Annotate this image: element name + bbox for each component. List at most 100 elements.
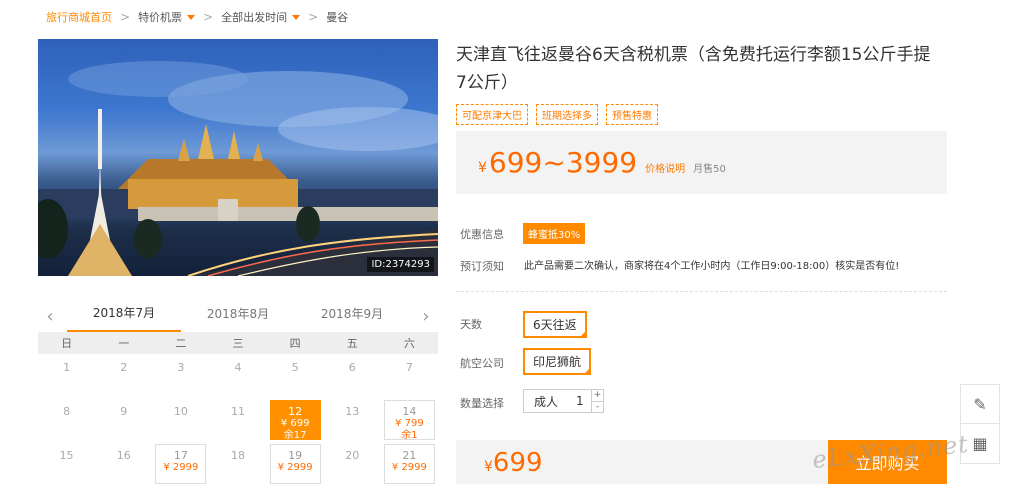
day-remaining: 余1 [401,430,418,441]
breadcrumb-home-link[interactable]: 旅行商城首页 [46,9,112,25]
calendar-day-available[interactable]: 12 ¥ 699 余17 [269,400,321,441]
edit-feedback-icon[interactable]: ✎ [960,384,1000,424]
day-number: 14 [402,405,417,418]
notice-text: 此产品需要二次确认，商家将在4个工作小时内（工作日9:00-18:00）核实是否… [524,261,900,272]
chevron-right-icon[interactable]: › [416,306,436,327]
breadcrumb-label: 全部出发时间 [221,11,288,24]
calendar-day: 5 [267,354,324,398]
temple-night-illustration [38,61,438,276]
day-number: 6 [348,361,356,374]
day-price: ¥ 2999 [163,462,199,473]
day-number: 18 [230,449,245,462]
buy-now-button[interactable]: 立即购买 [828,440,947,484]
day-price: ¥ 699 [280,418,310,429]
product-page: 旅行商城首页 > 特价机票 > 全部出发时间 > 曼谷 ID:2374293 ‹… [0,0,1023,484]
calendar-grid: 1 2 3 4 5 6 7 8 9 10 11 12 ¥ 699 余17 13 14 ¥ 799 余1 15 16 17… [38,354,438,484]
day-number: 1 [63,361,71,374]
weekday-label: 一 [118,337,130,350]
tag-badge: 预售特惠 [606,104,658,125]
caret-down-icon [187,14,196,20]
price-explain-link[interactable]: 价格说明 [645,160,685,175]
day-price: ¥ 2999 [391,462,427,473]
breadcrumb-bangkok: 曼谷 [326,11,349,24]
calendar-month-tabs: 2018年7月 2018年8月 2018年9月 [38,300,438,332]
day-number: 10 [173,405,188,418]
day-price: ¥ 2999 [277,462,313,473]
calendar-day-available[interactable]: 19 ¥ 2999 [269,444,321,484]
tab-month-2[interactable]: 2018年8月 [181,300,295,332]
total-price: ¥699 [484,448,543,478]
minus-icon[interactable]: - [592,402,603,413]
quantity-value[interactable]: 1 [576,394,584,408]
calendar-day-available[interactable]: 14 ¥ 799 余1 [383,400,435,441]
airline-label: 航空公司 [460,357,504,370]
product-image: ID:2374293 [38,39,438,276]
quantity-label: 数量选择 [460,397,504,410]
day-number: 5 [291,361,299,374]
day-number: 17 [173,449,188,462]
caret-down-icon [292,14,301,20]
calendar-day: 20 [324,442,381,484]
side-toolbar: ✎ ▦ [960,384,1000,464]
calendar-day-available[interactable]: 21 ¥ 2999 [383,444,435,484]
breadcrumb-label: 特价机票 [138,11,183,24]
quantity-type: 成人 [534,394,559,409]
calendar-day: 18 [209,442,266,484]
day-remaining: 余17 [283,430,307,441]
day-number: 13 [345,405,360,418]
price-range-value: 699~3999 [488,146,638,179]
calendar-day: 6 [324,354,381,398]
quantity-buttons: + - [591,390,603,412]
calendar-day-available[interactable]: 17 ¥ 2999 [155,444,207,484]
day-number: 16 [116,449,131,462]
calendar-day: 3 [152,354,209,398]
day-number: 7 [405,361,413,374]
day-number: 12 [288,405,303,418]
day-price: ¥ 799 [395,418,424,429]
departure-calendar: ‹ 2018年7月 2018年8月 2018年9月 › 日 一 二 三 四 五 … [38,300,438,484]
calendar-day: 2 [95,354,152,398]
day-number: 9 [120,405,128,418]
breadcrumb-cheap-flights[interactable]: 特价机票 [138,9,196,25]
calendar-day: 1 [38,354,95,398]
tab-month-1[interactable]: 2018年7月 [67,300,181,332]
breadcrumb: 旅行商城首页 > 特价机票 > 全部出发时间 > 曼谷 [46,8,348,26]
breadcrumb-departure-time[interactable]: 全部出发时间 [221,9,301,25]
airline-option-button[interactable]: 印尼狮航 [523,348,592,375]
weekday-label: 六 [403,337,415,350]
tab-month-3[interactable]: 2018年9月 [295,300,409,332]
weekday-label: 二 [175,337,187,350]
calendar-day: 4 [209,354,266,398]
notice-label: 预订须知 [460,260,504,273]
calendar-day: 11 [209,398,266,442]
tag-badge: 班期选择多 [536,104,598,125]
breadcrumb-separator: > [308,10,319,24]
product-title: 天津直飞往返曼谷6天含税机票（含免费托运行李额15公斤手提7公斤） [456,45,931,93]
total-price-value: 699 [492,448,543,478]
weekday-label: 三 [232,337,244,350]
product-tags: 可配京津大巴 班期选择多 预售特惠 [456,104,658,125]
day-number: 21 [402,449,417,462]
breadcrumb-separator: > [120,10,131,24]
plus-icon[interactable]: + [592,390,603,402]
section-divider [456,291,947,292]
weekday-label: 四 [289,337,301,350]
day-number: 15 [59,449,74,462]
chevron-left-icon[interactable]: ‹ [40,306,60,327]
currency-symbol: ¥ [478,160,487,176]
quantity-stepper[interactable]: 成人 1 + - [523,389,604,413]
calendar-day: 16 [95,442,152,484]
weekday-label: 日 [61,337,73,350]
price-range: ¥699~3999 [478,146,637,179]
days-option-button[interactable]: 6天往返 [523,311,587,338]
calendar-day: 8 [38,398,95,442]
weekday-label: 五 [346,337,358,350]
calendar-day: 15 [38,442,95,484]
calendar-weekday-header: 日 一 二 三 四 五 六 [38,332,438,354]
calendar-day: 10 [152,398,209,442]
calendar-day: 13 [324,398,381,442]
qr-code-icon[interactable]: ▦ [960,424,1000,464]
currency-symbol: ¥ [484,459,493,475]
calendar-day: 9 [95,398,152,442]
tag-badge: 可配京津大巴 [456,104,528,125]
